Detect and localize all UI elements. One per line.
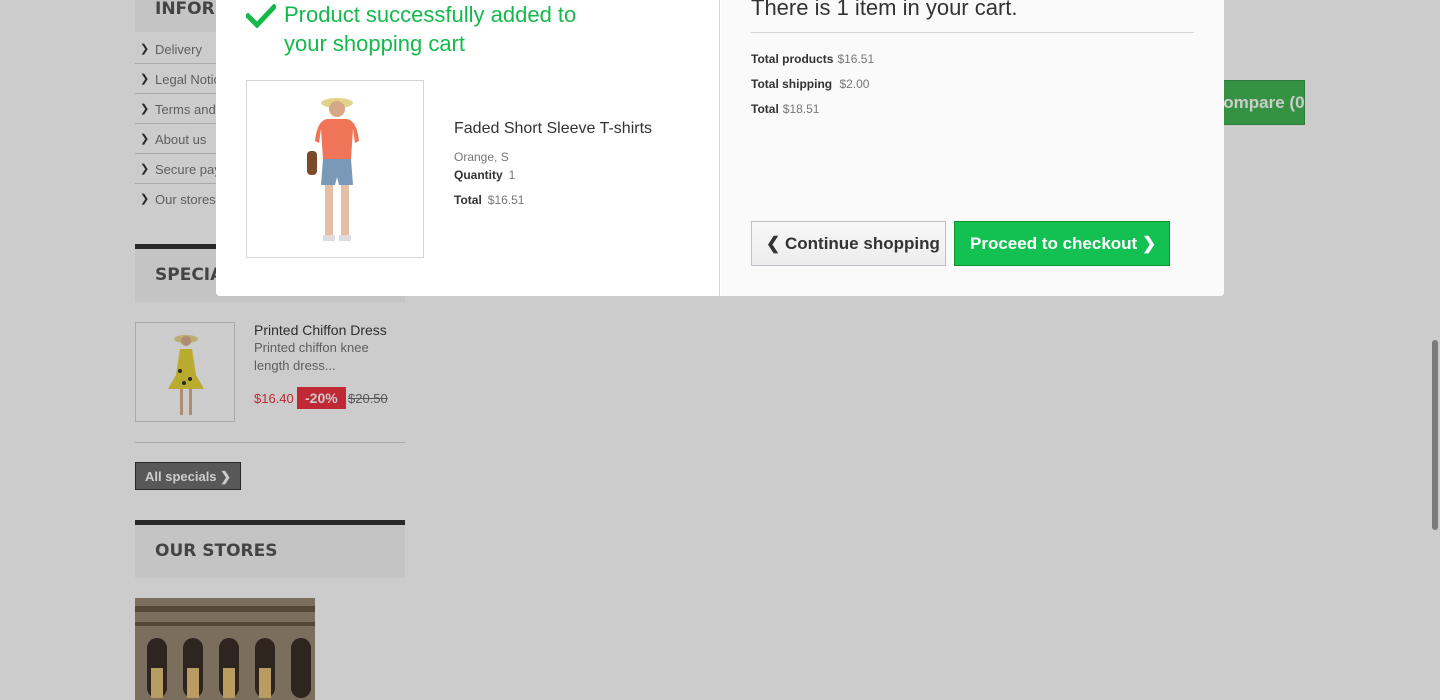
- page-scrollbar[interactable]: [1432, 340, 1438, 530]
- chevron-left-icon: ❮: [766, 234, 781, 253]
- divider: [751, 32, 1194, 33]
- cart-total-label: Total: [751, 102, 779, 116]
- total-shipping-label: Total shipping: [751, 77, 833, 91]
- total-products-label: Total products: [751, 52, 834, 66]
- product-name: Faded Short Sleeve T-shirts: [454, 120, 653, 137]
- checkmark-icon: [246, 4, 276, 28]
- add-to-cart-modal: Product successfully added to your shopp…: [216, 0, 1224, 296]
- quantity-label: Quantity: [454, 168, 503, 182]
- continue-shopping-label: Continue shopping: [784, 234, 940, 253]
- product-total: Total $16.51: [454, 193, 524, 207]
- chevron-right-icon: ❯: [1141, 234, 1157, 253]
- cart-total-row: Total $18.51: [751, 102, 819, 116]
- total-shipping-row: Total shipping $2.00: [751, 77, 869, 91]
- total-products-row: Total products $16.51: [751, 52, 874, 66]
- checkout-label: Proceed to checkout: [970, 234, 1138, 253]
- product-quantity: Quantity 1: [454, 168, 515, 182]
- total-products-value: $16.51: [837, 52, 875, 66]
- total-shipping-value: $2.00: [839, 77, 870, 91]
- cart-item-count: There is 1 item in your cart.: [751, 0, 1018, 20]
- cart-total-value: $18.51: [782, 102, 820, 116]
- tshirt-model-image: [307, 98, 359, 241]
- modal-product-section: Product successfully added to your shopp…: [216, 0, 720, 296]
- product-image: [246, 80, 424, 258]
- modal-cart-summary: There is 1 item in your cart. Total prod…: [721, 0, 1224, 296]
- success-message: Product successfully added to your shopp…: [284, 2, 577, 56]
- continue-shopping-button[interactable]: ❮ Continue shopping: [751, 221, 946, 266]
- product-total-value: $16.51: [487, 193, 525, 207]
- product-total-label: Total: [454, 193, 482, 207]
- proceed-to-checkout-button[interactable]: Proceed to checkout ❯: [954, 221, 1170, 266]
- product-attributes: Orange, S: [454, 150, 509, 164]
- quantity-value: 1: [508, 168, 516, 182]
